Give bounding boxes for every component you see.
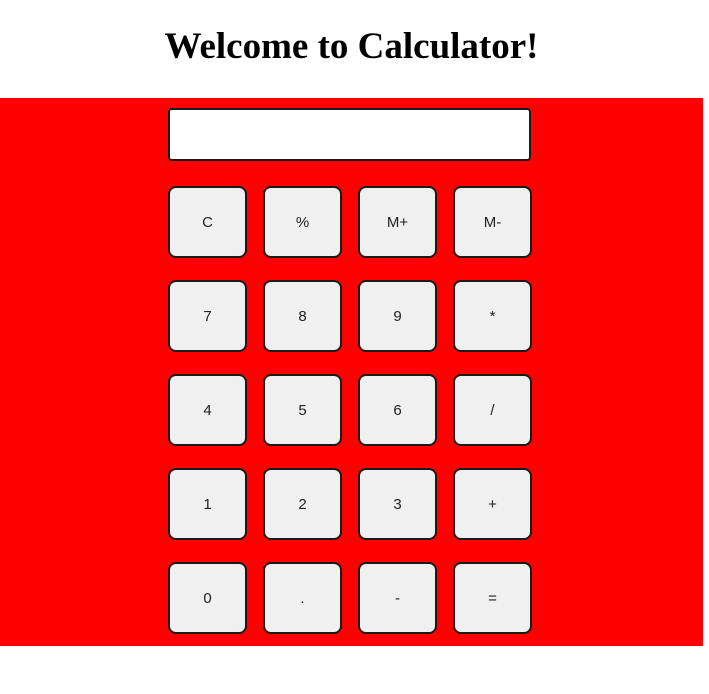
key-subtract-button[interactable]: -: [358, 562, 437, 634]
keypad: C % M+ M- 7 8 9 * 4 5 6 / 1 2 3 + 0 . - …: [168, 186, 536, 634]
key-add-button[interactable]: +: [453, 468, 532, 540]
key-multiply-button[interactable]: *: [453, 280, 532, 352]
key-divide-button[interactable]: /: [453, 374, 532, 446]
key-digit-5-button[interactable]: 5: [263, 374, 342, 446]
key-clear-button[interactable]: C: [168, 186, 247, 258]
key-memory-subtract-button[interactable]: M-: [453, 186, 532, 258]
page: Welcome to Calculator! C % M+ M- 7 8 9 *…: [0, 0, 709, 694]
key-digit-9-button[interactable]: 9: [358, 280, 437, 352]
key-percent-button[interactable]: %: [263, 186, 342, 258]
key-digit-2-button[interactable]: 2: [263, 468, 342, 540]
key-memory-add-button[interactable]: M+: [358, 186, 437, 258]
key-digit-8-button[interactable]: 8: [263, 280, 342, 352]
key-digit-4-button[interactable]: 4: [168, 374, 247, 446]
page-title: Welcome to Calculator!: [164, 26, 539, 67]
key-digit-6-button[interactable]: 6: [358, 374, 437, 446]
calculator-panel: C % M+ M- 7 8 9 * 4 5 6 / 1 2 3 + 0 . - …: [0, 98, 703, 646]
key-digit-3-button[interactable]: 3: [358, 468, 437, 540]
key-digit-0-button[interactable]: 0: [168, 562, 247, 634]
key-decimal-point-button[interactable]: .: [263, 562, 342, 634]
key-equals-button[interactable]: =: [453, 562, 532, 634]
calculator-display[interactable]: [168, 108, 531, 161]
key-digit-1-button[interactable]: 1: [168, 468, 247, 540]
key-digit-7-button[interactable]: 7: [168, 280, 247, 352]
